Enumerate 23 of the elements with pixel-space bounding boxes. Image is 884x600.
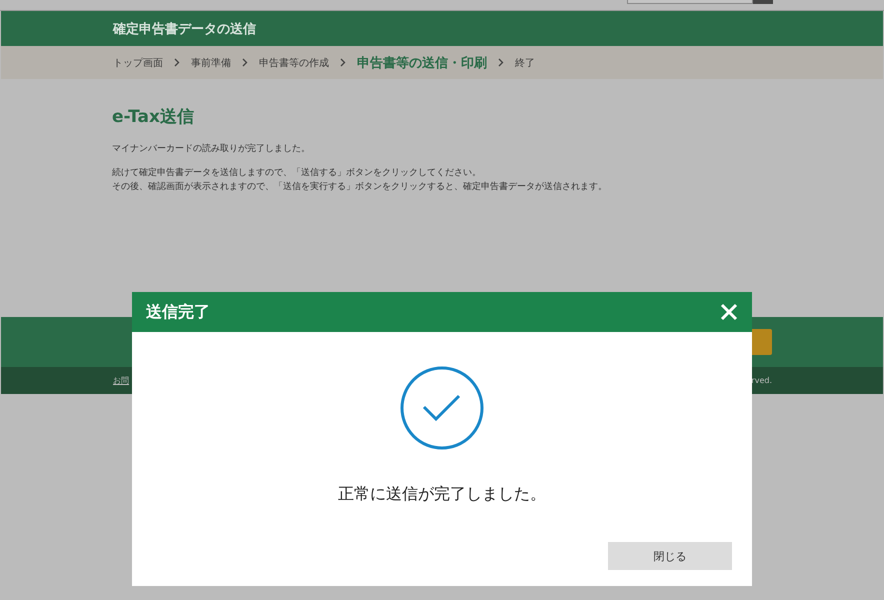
breadcrumb-item: 申告書等の作成	[259, 56, 329, 70]
paragraph: 続けて確定申告書データを送信しますので、「送信する」ボタンをクリックしてください。	[112, 168, 481, 178]
paragraph: その後、確認画面が表示されますので、「送信を実行する」ボタンをクリックすると、確定申告書データが送信されます。	[112, 182, 607, 192]
section-heading: e-Tax送信	[112, 106, 195, 128]
breadcrumb-item: 事前準備	[191, 56, 231, 70]
close-dialog-button[interactable]: 閉じる	[608, 542, 732, 570]
chevron-icon	[498, 58, 504, 67]
chevron-icon	[340, 58, 346, 67]
close-icon	[720, 303, 738, 321]
search-field[interactable]	[627, 0, 753, 4]
chevron-icon	[242, 58, 248, 67]
checkmark-circle-icon	[400, 366, 484, 450]
close-button[interactable]	[720, 303, 738, 321]
paragraph: マイナンバーカードの読み取りが完了しました。	[112, 144, 310, 154]
page-title: 確定申告書データの送信	[113, 20, 256, 38]
footer-link[interactable]: お問	[113, 375, 129, 386]
breadcrumb-item: 終了	[515, 56, 535, 70]
breadcrumb-item: 申告書等の送信・印刷	[357, 54, 487, 72]
chevron-icon	[174, 58, 180, 67]
dialog-title: 送信完了	[146, 302, 210, 322]
success-message: 正常に送信が完了しました。	[338, 484, 546, 505]
breadcrumb-item: トップ画面	[113, 56, 163, 70]
copyright-text: rved.	[751, 376, 772, 385]
